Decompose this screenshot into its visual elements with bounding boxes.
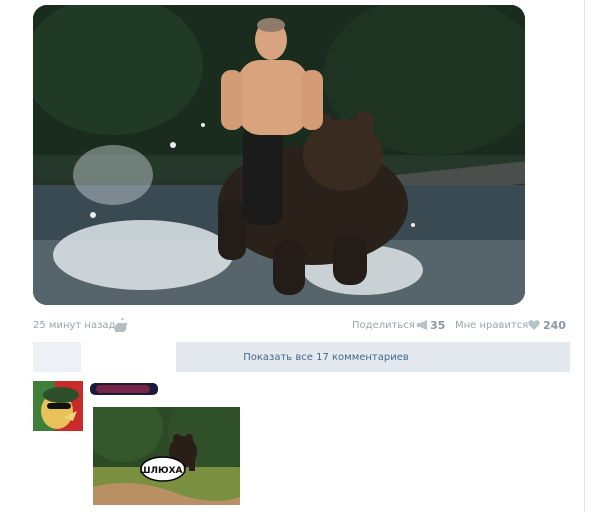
post-meta-row: 25 минут назад Поделиться 35 Мне нравитс…	[33, 318, 566, 334]
bear-ride-illustration	[33, 5, 525, 305]
apple-icon	[115, 318, 127, 332]
like-link[interactable]: Мне нравится	[455, 320, 528, 331]
show-all-comments-button[interactable]: Показать все 17 комментариев	[176, 342, 570, 372]
post-timestamp[interactable]: 25 минут назад	[33, 320, 115, 331]
commenter-avatar[interactable]	[33, 381, 83, 431]
share-count: 35	[430, 319, 446, 332]
bear-meme-illustration: ШЛЮХА!	[93, 407, 240, 505]
post-photo[interactable]	[33, 5, 525, 305]
comment-attached-image[interactable]: ШЛЮХА!	[93, 407, 240, 505]
speech-bubble-text: ШЛЮХА!	[139, 466, 186, 476]
page-right-border	[584, 0, 585, 512]
pony-avatar-icon	[33, 381, 83, 431]
share-link[interactable]: Поделиться	[352, 320, 415, 331]
censored-author-name[interactable]	[90, 381, 158, 397]
reply-placeholder	[33, 342, 81, 372]
megaphone-icon[interactable]	[416, 319, 430, 331]
like-count: 240	[543, 319, 566, 332]
heart-icon[interactable]	[528, 319, 540, 331]
